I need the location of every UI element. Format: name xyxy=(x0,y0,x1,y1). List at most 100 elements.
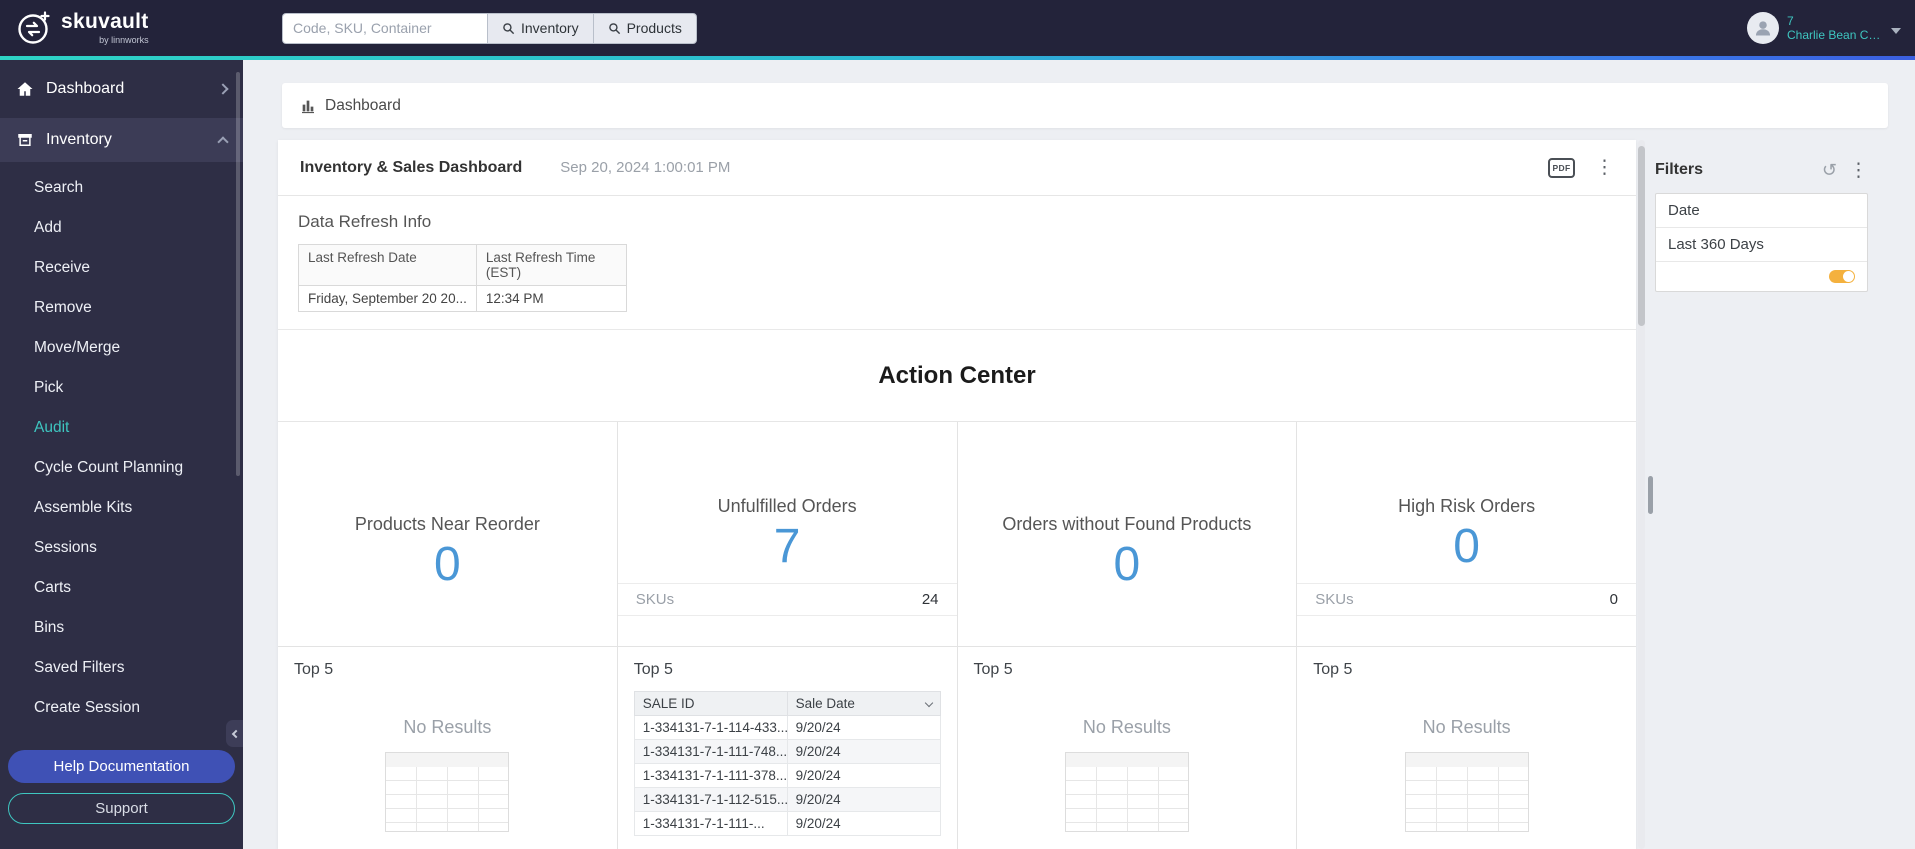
top5-high-risk-orders: Top 5 No Results xyxy=(1297,647,1636,849)
sale-id-cell: 1-334131-7-1-111-748... xyxy=(633,739,788,764)
sale-date-header[interactable]: Sale Date xyxy=(786,691,941,716)
sale-id-header[interactable]: SALE ID xyxy=(633,691,788,716)
sidebar-item-audit[interactable]: Audit xyxy=(0,408,243,448)
top5-label: Top 5 xyxy=(294,661,334,678)
search-inventory-button[interactable]: Inventory xyxy=(487,12,593,44)
pdf-label: PDF xyxy=(1552,162,1571,173)
sale-date-cell: 9/20/24 xyxy=(786,763,941,788)
top5-label: Top 5 xyxy=(633,661,673,678)
empty-table-placeholder xyxy=(1404,752,1529,832)
sale-id-cell: 1-334131-7-1-111-... xyxy=(633,811,788,836)
filter-date-value[interactable]: Last 360 Days xyxy=(1656,228,1867,262)
filters-card: Date Last 360 Days xyxy=(1655,193,1868,292)
skus-value: 24 xyxy=(921,591,939,608)
top5-unfulfilled-orders: Top 5 SALE ID Sale Date 1-334131-7-1-114… xyxy=(618,647,958,849)
page-scrollbar-thumb[interactable] xyxy=(1648,476,1653,514)
sidebar-item-inventory[interactable]: Inventory xyxy=(0,118,243,162)
kpi-unfulfilled-orders: Unfulfilled Orders 7 SKUs 24 xyxy=(617,422,958,646)
table-row[interactable]: 1-334131-7-1-114-433... 9/20/24 xyxy=(633,715,941,740)
kpi-label: Orders without Found Products xyxy=(1002,514,1252,534)
sidebar-item-bins[interactable]: Bins xyxy=(0,608,243,648)
panel-scrollbar-thumb[interactable] xyxy=(1638,146,1645,326)
topbar: skuvault by linnworks Inventory Products… xyxy=(0,0,1915,56)
refresh-time-header: Last Refresh Time (EST) xyxy=(475,244,627,286)
sidebar-item-move-merge[interactable]: Move/Merge xyxy=(0,328,243,368)
filters-menu-button[interactable]: ⋮ xyxy=(1849,161,1868,180)
search-input[interactable] xyxy=(282,12,487,44)
filter-date-label[interactable]: Date xyxy=(1656,194,1867,228)
reset-filters-icon[interactable]: ↺ xyxy=(1822,161,1837,179)
sidebar-item-search[interactable]: Search xyxy=(0,168,243,208)
sidebar-item-add[interactable]: Add xyxy=(0,208,243,248)
sidebar-item-saved-filters[interactable]: Saved Filters xyxy=(0,648,243,688)
brand-tagline: by linnworks xyxy=(99,35,149,45)
kpi-value[interactable]: 0 xyxy=(434,537,461,592)
sidebar-item-sessions[interactable]: Sessions xyxy=(0,528,243,568)
export-pdf-button[interactable]: PDF xyxy=(1548,157,1575,178)
dashboard-panel: Inventory & Sales Dashboard Sep 20, 2024… xyxy=(278,140,1636,849)
panel-header: Inventory & Sales Dashboard Sep 20, 2024… xyxy=(278,140,1636,196)
sidebar-item-dashboard[interactable]: Dashboard xyxy=(0,60,243,118)
user-name: Charlie Bean Co... xyxy=(1787,28,1883,42)
kpi-high-risk-orders: High Risk Orders 0 SKUs 0 xyxy=(1297,422,1636,646)
user-menu[interactable]: 7 Charlie Bean Co... xyxy=(1747,12,1915,44)
inventory-box-icon xyxy=(18,134,32,146)
accent-divider xyxy=(0,56,1915,60)
sidebar-item-receive[interactable]: Receive xyxy=(0,248,243,288)
sale-date-cell: 9/20/24 xyxy=(786,811,941,836)
data-refresh-heading: Data Refresh Info xyxy=(298,212,432,231)
sidebar-item-assemble-kits[interactable]: Assemble Kits xyxy=(0,488,243,528)
home-icon xyxy=(17,82,33,96)
kpi-value[interactable]: 7 xyxy=(774,519,801,574)
sale-id-cell: 1-334131-7-1-112-515... xyxy=(633,787,788,812)
search-products-button[interactable]: Products xyxy=(592,12,697,44)
help-documentation-button[interactable]: Help Documentation xyxy=(8,750,235,783)
data-refresh-table: Last Refresh Date Last Refresh Time (EST… xyxy=(298,244,627,312)
kpi-label: High Risk Orders xyxy=(1398,496,1536,516)
brand-name: skuvault xyxy=(61,10,149,33)
sidebar-item-remove[interactable]: Remove xyxy=(0,288,243,328)
sidebar: Dashboard Inventory Search Add Receive R… xyxy=(0,60,243,849)
sidebar-inventory-label: Inventory xyxy=(46,131,112,148)
kpi-value[interactable]: 0 xyxy=(1453,519,1480,574)
search-icon xyxy=(608,22,620,34)
avatar[interactable] xyxy=(1747,12,1779,44)
table-row[interactable]: 1-334131-7-1-111-748... 9/20/24 xyxy=(633,739,941,764)
sale-id-cell: 1-334131-7-1-111-378... xyxy=(633,763,788,788)
caret-down-icon xyxy=(1891,28,1901,34)
table-row[interactable]: 1-334131-7-1-112-515... 9/20/24 xyxy=(633,787,941,812)
filters-header: Filters ↺ ⋮ xyxy=(1655,155,1868,185)
filter-toggle[interactable] xyxy=(1829,270,1855,283)
kpi-orders-without-found-products: Orders without Found Products 0 xyxy=(958,422,1298,646)
chevron-down-icon xyxy=(924,698,933,707)
search-inventory-label: Inventory xyxy=(521,20,579,36)
unfulfilled-orders-table: SALE ID Sale Date 1-334131-7-1-114-433..… xyxy=(633,691,941,836)
table-row[interactable]: 1-334131-7-1-111-378... 9/20/24 xyxy=(633,763,941,788)
panel-menu-button[interactable]: ⋮ xyxy=(1595,158,1614,177)
filters-title: Filters xyxy=(1655,161,1704,178)
filter-toggle-row xyxy=(1656,262,1867,291)
person-icon xyxy=(1755,21,1771,36)
sidebar-scrollbar[interactable] xyxy=(236,72,240,476)
kpi-value[interactable]: 0 xyxy=(1114,537,1141,592)
top5-orders-without-found-products: Top 5 No Results xyxy=(958,647,1298,849)
breadcrumb: Dashboard xyxy=(282,83,1888,128)
sidebar-item-pick[interactable]: Pick xyxy=(0,368,243,408)
brand[interactable]: skuvault by linnworks xyxy=(0,10,240,46)
skus-label: SKUs xyxy=(635,591,675,608)
table-row: Friday, September 20 20... 12:34 PM xyxy=(298,285,627,312)
no-results-text: No Results xyxy=(1082,717,1171,737)
bar-chart-icon xyxy=(302,100,314,113)
table-row[interactable]: 1-334131-7-1-111-... 9/20/24 xyxy=(633,811,941,836)
sidebar-item-cycle-count-planning[interactable]: Cycle Count Planning xyxy=(0,448,243,488)
kpi-row: Products Near Reorder 0 Unfulfilled Orde… xyxy=(278,422,1636,646)
empty-table-placeholder xyxy=(1064,752,1189,832)
sidebar-item-carts[interactable]: Carts xyxy=(0,568,243,608)
sidebar-item-create-session[interactable]: Create Session xyxy=(0,688,243,728)
global-search-group: Inventory Products xyxy=(282,12,697,44)
kpi-skus-row: SKUs 24 xyxy=(617,583,957,616)
support-button[interactable]: Support xyxy=(8,793,235,824)
sidebar-collapse-button[interactable] xyxy=(226,720,243,747)
panel-title: Inventory & Sales Dashboard xyxy=(300,158,523,176)
top5-label: Top 5 xyxy=(1313,661,1353,678)
